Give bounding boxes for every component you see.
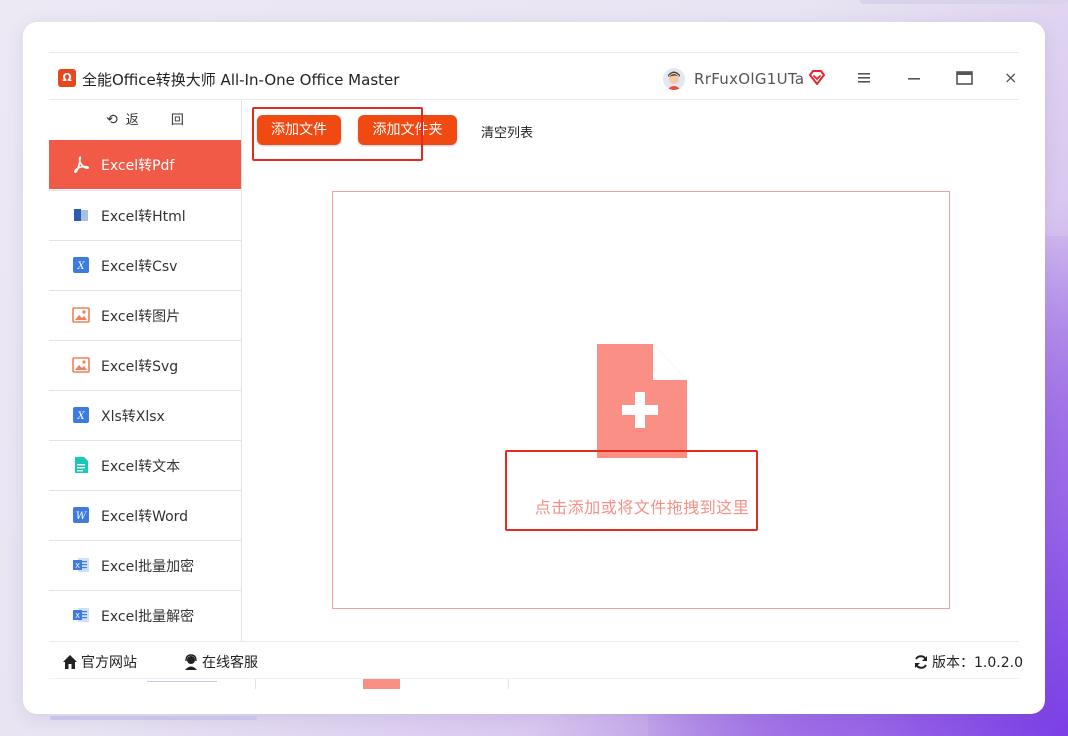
app-title: 全能Office转换大师 All-In-One Office Master <box>82 71 400 89</box>
add-file-button[interactable]: 添加文件 <box>257 115 341 145</box>
sidebar-item-label: Excel转文本 <box>101 459 181 475</box>
sidebar-item-excel-to-text[interactable]: Excel转文本 <box>49 440 241 489</box>
support-label: 在线客服 <box>202 655 258 671</box>
sidebar-item-excel-to-html[interactable]: Excel转Html <box>49 190 241 239</box>
sidebar-item-label: Excel转图片 <box>101 309 181 325</box>
sidebar-item-xls-to-xlsx[interactable]: X Xls转Xlsx <box>49 390 241 439</box>
sidebar-item-excel-to-word[interactable]: W Excel转Word <box>49 490 241 539</box>
image-icon <box>72 357 90 373</box>
home-icon <box>63 655 77 669</box>
minimize-icon <box>908 78 920 80</box>
lower-window-strip <box>49 678 1019 692</box>
customer-service-icon <box>185 654 197 670</box>
sidebar: ⟲ 返 回 Excel转Pdf Excel转Html X Excel转Csv E… <box>49 100 242 641</box>
sidebar-item-label: Excel转Svg <box>101 359 179 375</box>
add-folder-button[interactable]: 添加文件夹 <box>358 115 457 145</box>
close-button[interactable]: × <box>1004 66 1028 90</box>
app-logo-icon: Ω <box>58 69 76 87</box>
image-icon <box>72 307 90 323</box>
app-window: Ω 全能Office转换大师 All-In-One Office Master … <box>49 52 1023 692</box>
strip-divider <box>508 679 509 689</box>
strip-fragment <box>147 681 217 682</box>
minimize-button[interactable] <box>902 66 926 90</box>
sidebar-item-label: Excel转Csv <box>101 259 178 275</box>
sidebar-item-excel-to-csv[interactable]: X Excel转Csv <box>49 240 241 289</box>
excel-sheet-icon: X <box>73 558 89 572</box>
excel-x-icon: X <box>73 257 89 273</box>
sidebar-item-excel-to-image[interactable]: Excel转图片 <box>49 290 241 339</box>
clear-list-button[interactable]: 清空列表 <box>481 122 533 141</box>
html-book-icon <box>74 209 88 221</box>
excel-x-icon: X <box>73 407 89 423</box>
excel-sheet-icon: X <box>73 608 89 622</box>
version-info[interactable]: 版本：1.0.2.0 <box>913 652 1023 672</box>
title-bar: Ω 全能Office转换大师 All-In-One Office Master … <box>49 53 1019 100</box>
text-doc-icon <box>75 457 88 473</box>
sidebar-item-label: Xls转Xlsx <box>101 409 165 425</box>
back-arrow-icon: ⟲ <box>106 112 118 128</box>
svg-text:X: X <box>75 612 80 620</box>
website-label: 官方网站 <box>81 655 137 671</box>
back-label: 返 回 <box>125 113 198 128</box>
background-strip <box>860 0 1068 4</box>
sidebar-item-excel-batch-encrypt[interactable]: X Excel批量加密 <box>49 540 241 589</box>
sidebar-item-label: Excel转Word <box>101 509 189 525</box>
file-drop-zone[interactable]: 点击添加或将文件拖拽到这里 <box>332 191 950 609</box>
sidebar-item-excel-to-svg[interactable]: Excel转Svg <box>49 340 241 389</box>
sidebar-item-excel-to-pdf[interactable]: Excel转Pdf <box>49 140 241 189</box>
version-label: 版本：1.0.2.0 <box>932 655 1023 671</box>
add-file-icon <box>597 344 687 458</box>
hamburger-icon <box>858 73 870 83</box>
sidebar-item-label: Excel批量加密 <box>101 559 195 575</box>
strip-fragment-icon <box>363 679 400 689</box>
avatar-icon <box>663 68 685 90</box>
drop-zone-hint: 点击添加或将文件拖拽到这里 <box>534 498 750 517</box>
word-icon: W <box>73 507 89 523</box>
sidebar-item-excel-batch-decrypt[interactable]: X Excel批量解密 <box>49 590 241 639</box>
svg-text:X: X <box>75 562 80 570</box>
svg-text:X: X <box>76 411 85 422</box>
support-link[interactable]: 在线客服 <box>183 652 258 672</box>
user-avatar[interactable] <box>663 68 685 90</box>
vip-diamond-icon[interactable] <box>808 68 826 86</box>
card-underline <box>50 716 257 720</box>
refresh-icon <box>915 655 927 669</box>
website-link[interactable]: 官方网站 <box>62 652 137 672</box>
back-button[interactable]: ⟲ 返 回 <box>49 100 241 140</box>
svg-text:X: X <box>76 261 85 272</box>
footer-bar: 官方网站 在线客服 版本：1.0.2.0 <box>49 641 1023 679</box>
svg-text:W: W <box>76 511 87 522</box>
strip-divider <box>255 679 256 689</box>
username[interactable]: RrFuxOlG1UTa <box>694 70 804 88</box>
maximize-icon <box>956 71 973 85</box>
sidebar-item-label: Excel批量解密 <box>101 609 195 625</box>
sidebar-item-label: Excel转Html <box>101 209 186 225</box>
maximize-button[interactable] <box>952 66 976 90</box>
menu-button[interactable] <box>852 66 876 90</box>
pdf-icon <box>74 156 89 173</box>
sidebar-item-label: Excel转Pdf <box>101 158 175 174</box>
